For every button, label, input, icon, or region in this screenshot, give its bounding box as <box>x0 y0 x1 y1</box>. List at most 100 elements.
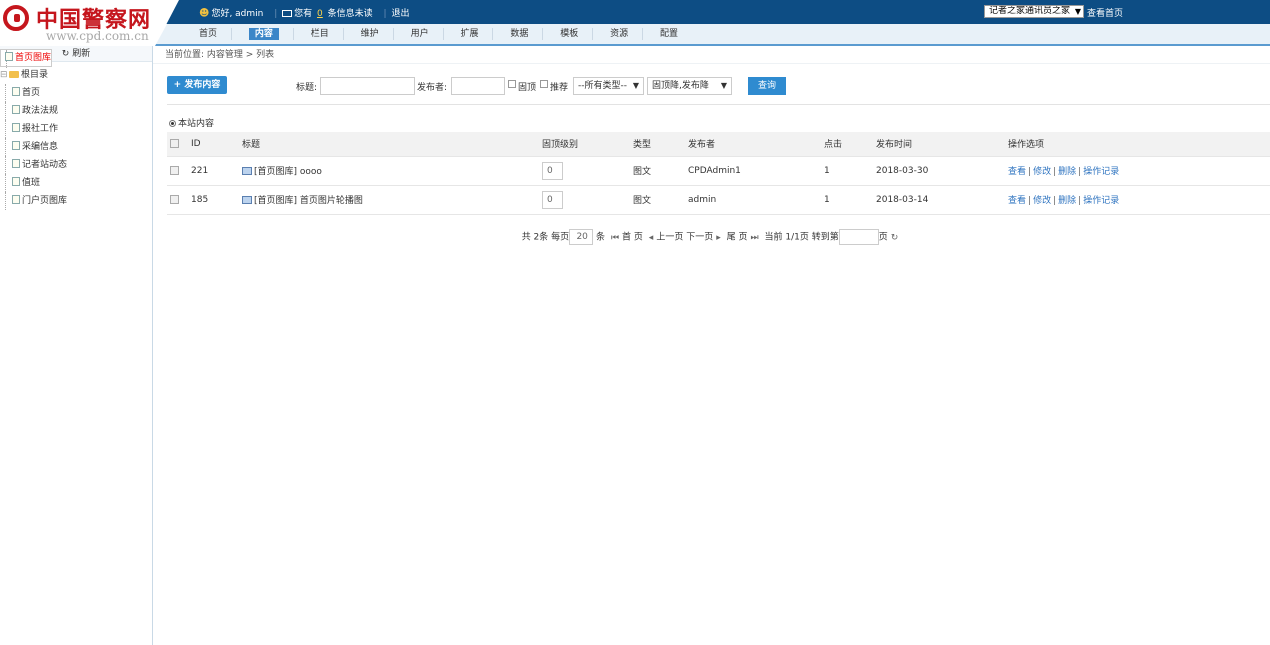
history-link[interactable]: 操作记录 <box>1083 167 1119 177</box>
first-page-link[interactable]: 首 页 <box>622 233 643 243</box>
type-select[interactable]: --所有类型-- ▼ <box>573 77 644 95</box>
document-icon <box>12 177 20 186</box>
document-icon <box>12 123 20 132</box>
collapse-icon[interactable]: ⊟ <box>0 66 9 84</box>
tree-item-newspaper-work[interactable]: 报社工作 <box>0 120 152 138</box>
select-all-checkbox[interactable] <box>170 138 179 148</box>
chevron-down-icon: ▼ <box>720 81 727 90</box>
next-page-link[interactable]: 下一页 <box>686 233 713 243</box>
goto-page-input[interactable] <box>838 229 879 245</box>
nav-item-resource[interactable]: 资源 <box>596 28 644 40</box>
select-all-cell <box>167 132 191 157</box>
table-row: 185 [首页图库] 首页图片轮播图 0 图文 admin 1 2018-03-… <box>167 185 1270 215</box>
logo-url-text: www.cpd.com.cn <box>46 29 149 43</box>
top-level-input[interactable]: 0 <box>542 161 563 180</box>
delete-link[interactable]: 删除 <box>1058 196 1076 206</box>
view-link[interactable]: 查看 <box>1008 196 1026 206</box>
divider: | <box>274 9 278 19</box>
go-icon[interactable]: ↻ <box>891 233 899 243</box>
chevron-down-icon: ▼ <box>632 81 639 90</box>
row-checkbox[interactable] <box>170 194 179 204</box>
top-level-input[interactable]: 0 <box>542 190 563 209</box>
document-icon <box>12 105 20 114</box>
sidebar: ↻ 刷新 ⊟ 根目录 首页图库 首页 政法法规 报社工作 采编信息 记者站动态 值… <box>0 46 153 645</box>
publish-content-button[interactable]: + 发布内容 <box>167 76 227 94</box>
recommend-checkbox[interactable] <box>540 80 548 88</box>
cell-id: 185 <box>191 185 242 215</box>
nav-item-maintain[interactable]: 维护 <box>347 28 394 40</box>
edit-link[interactable]: 修改 <box>1033 196 1051 206</box>
tree-root[interactable]: ⊟ 根目录 <box>0 66 152 84</box>
title-label: 标题: <box>296 83 318 93</box>
nav-item-channel[interactable]: 栏目 <box>297 28 344 40</box>
top-checkbox-label: 固顶 <box>518 83 537 93</box>
logout-link[interactable]: 退出 <box>391 9 409 19</box>
title-input[interactable] <box>320 77 415 95</box>
main-content: 当前位置: 内容管理 > 列表 + 发布内容 标题: 发布者: 固顶 推荐 --… <box>153 46 1270 645</box>
query-button[interactable]: 查询 <box>748 77 786 95</box>
title-link[interactable]: [首页图库] 首页图片轮播图 <box>254 196 363 206</box>
order-select[interactable]: 固顶降,发布降 ▼ <box>647 77 732 95</box>
logo[interactable]: 中国警察网 www.cpd.com.cn <box>0 0 155 46</box>
cell-id: 221 <box>191 156 242 186</box>
view-link[interactable]: 查看 <box>1008 167 1026 177</box>
user-info: ☻ 您好, admin | 您有 0 条信息未读 | 退出 <box>199 6 411 19</box>
header-id: ID <box>191 132 242 157</box>
divider: | <box>383 9 387 19</box>
refresh-icon: ↻ <box>61 49 70 59</box>
cell-title[interactable]: [首页图库] 首页图片轮播图 <box>242 185 542 215</box>
tree-item-duty[interactable]: 值班 <box>0 174 152 192</box>
tree-item-portal-gallery[interactable]: 门户页图库 <box>0 192 152 210</box>
site-select[interactable]: 记者之家通讯员之家 ▼ <box>984 5 1084 18</box>
tree-item-laws[interactable]: 政法法规 <box>0 102 152 120</box>
logo-mark-icon <box>3 5 29 31</box>
top-checkbox[interactable] <box>508 80 516 88</box>
header-type: 类型 <box>633 132 688 157</box>
publisher-input[interactable] <box>451 77 505 95</box>
publisher-label: 发布者: <box>417 83 448 93</box>
view-home-link[interactable]: 查看首页 <box>1087 6 1123 19</box>
nav-item-content[interactable]: 内容 <box>235 28 294 40</box>
pager-per-page-label: 每页 <box>551 232 570 243</box>
title-link[interactable]: [首页图库] oooo <box>254 167 322 177</box>
document-icon <box>12 87 20 96</box>
nav-item-home[interactable]: 首页 <box>185 28 233 40</box>
cell-type: 图文 <box>633 185 688 215</box>
delete-link[interactable]: 删除 <box>1058 167 1076 177</box>
last-page-link[interactable]: 尾 页 <box>727 233 748 243</box>
cell-title[interactable]: [首页图库] oooo <box>242 156 542 186</box>
document-icon <box>12 159 20 168</box>
row-checkbox[interactable] <box>170 165 179 175</box>
cell-publisher: admin <box>688 185 824 215</box>
last-page-icon: ⏭ <box>750 232 759 243</box>
tree-item-station-news[interactable]: 记者站动态 <box>0 156 152 174</box>
prev-page-link[interactable]: 上一页 <box>656 233 683 243</box>
scope-radio[interactable]: 本站内容 <box>169 116 214 129</box>
tree-item-home-gallery[interactable]: 首页图库 <box>0 49 53 68</box>
header-clicks: 点击 <box>824 132 876 157</box>
breadcrumb: 当前位置: 内容管理 > 列表 <box>153 46 1270 64</box>
history-link[interactable]: 操作记录 <box>1083 196 1119 206</box>
per-page-input[interactable]: 20 <box>569 229 594 245</box>
cell-type: 图文 <box>633 156 688 186</box>
pager-total: 共 2条 <box>521 232 549 243</box>
nav-item-user[interactable]: 用户 <box>397 28 444 40</box>
edit-link[interactable]: 修改 <box>1033 167 1051 177</box>
message-count-link[interactable]: 0 <box>317 9 323 19</box>
site-select-value: 记者之家通讯员之家 <box>989 6 1071 16</box>
nav-item-template[interactable]: 模板 <box>546 28 594 40</box>
nav-item-data[interactable]: 数据 <box>496 28 544 40</box>
nav-item-extend[interactable]: 扩展 <box>446 28 494 40</box>
pager-goto-label: 转到第 <box>811 232 839 243</box>
document-icon <box>12 195 20 204</box>
tree-item-editorial-info[interactable]: 采编信息 <box>0 138 152 156</box>
tree-item-home[interactable]: 首页 <box>0 84 152 102</box>
header-publish-time: 发布时间 <box>876 132 1008 157</box>
cell-date: 2018-03-14 <box>876 185 1008 215</box>
recommend-checkbox-label: 推荐 <box>550 83 569 93</box>
header-actions: 操作选项 <box>1008 132 1270 157</box>
nav-item-config[interactable]: 配置 <box>646 28 692 40</box>
chevron-down-icon: ▼ <box>1074 7 1081 16</box>
table-header-row: ID 标题 固顶级别 类型 发布者 点击 发布时间 操作选项 <box>167 132 1270 157</box>
header-title: 标题 <box>242 132 542 157</box>
